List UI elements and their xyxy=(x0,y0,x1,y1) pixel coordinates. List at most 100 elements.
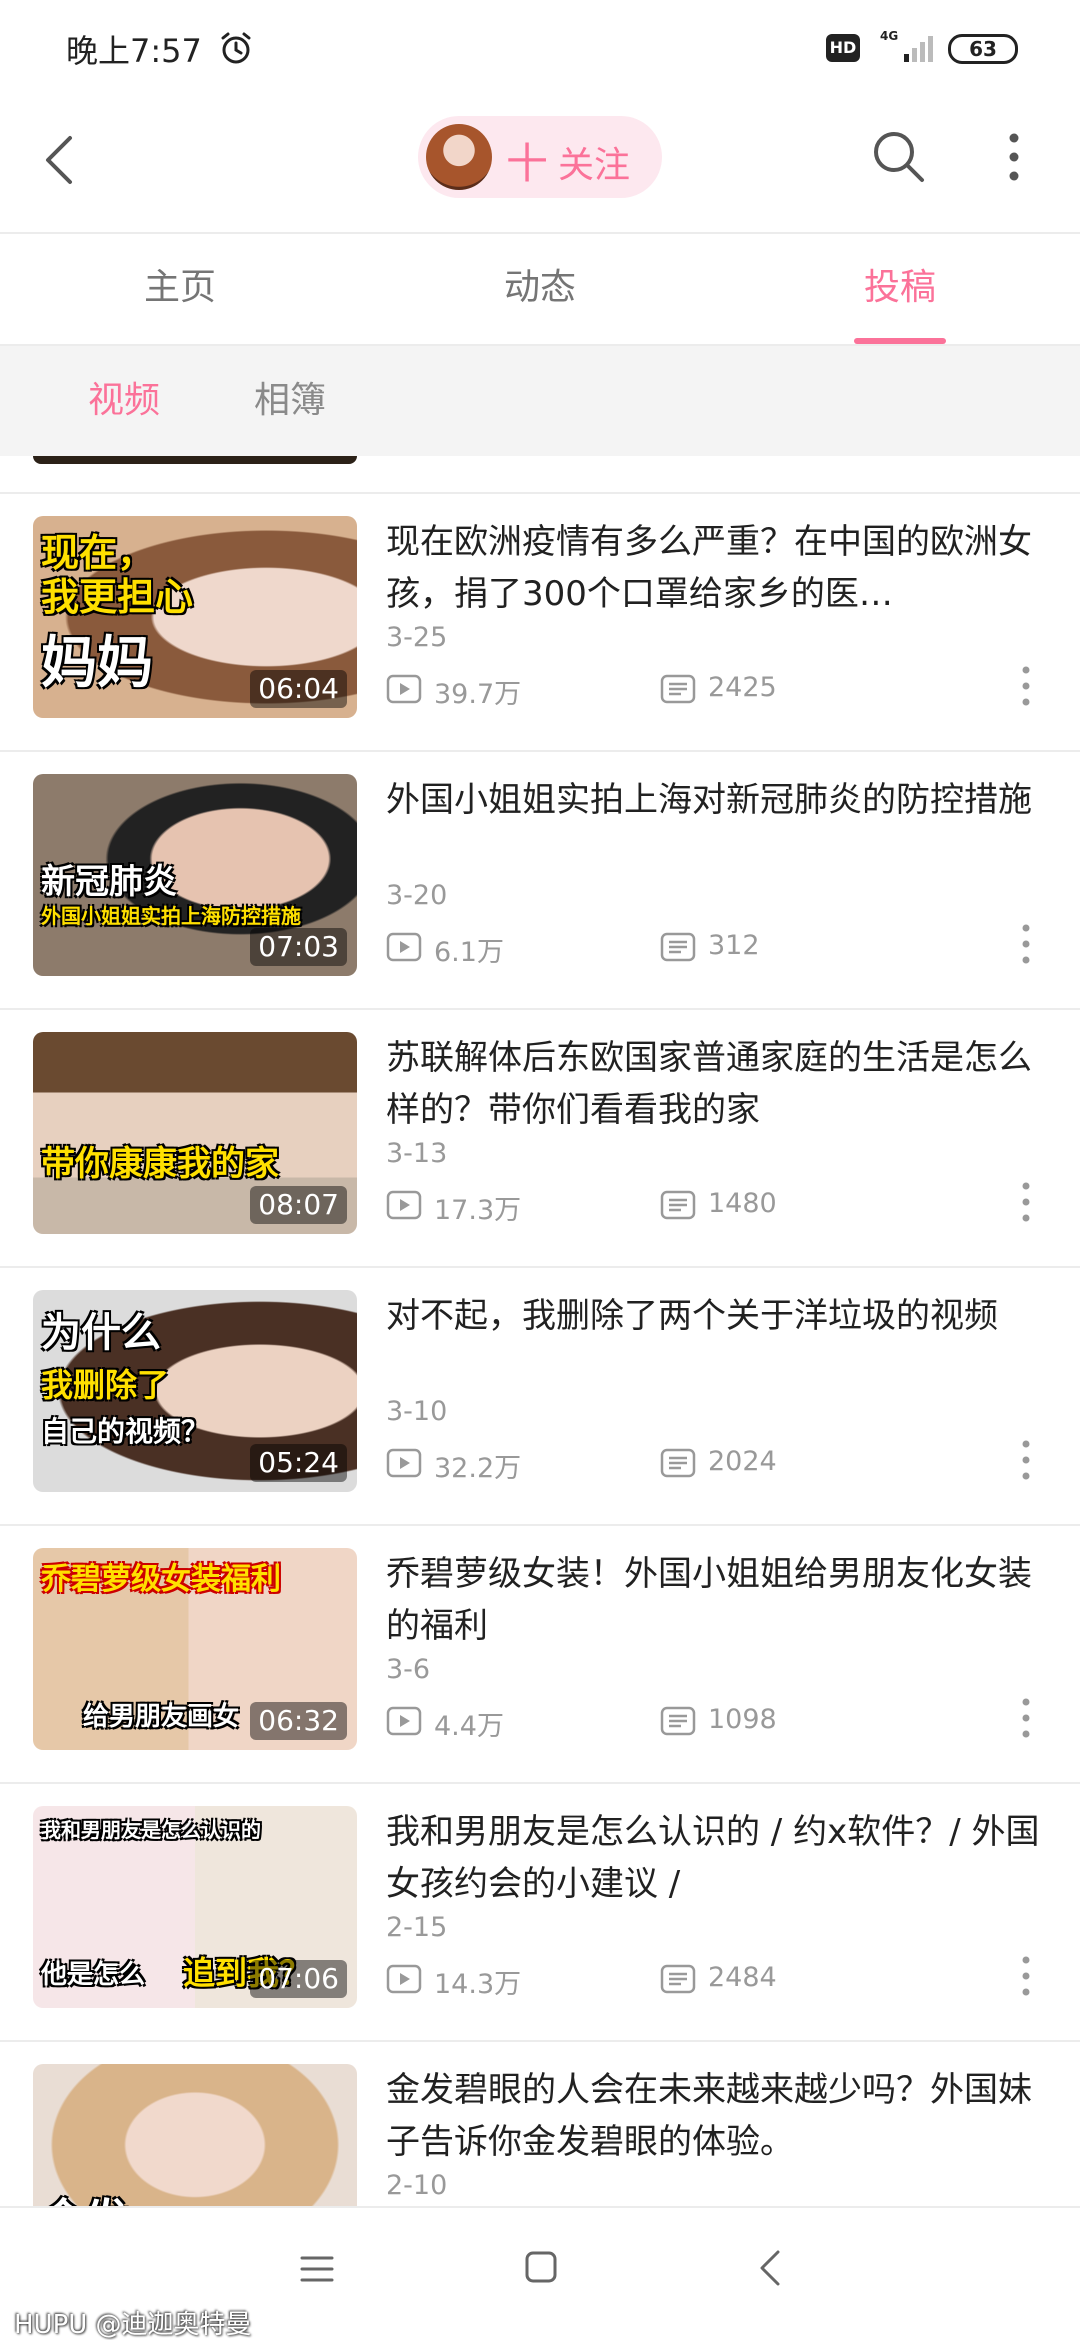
video-row[interactable]: 带你康康我的家 08:07 苏联解体后东欧国家普通家庭的生活是怎么样的？带你们看… xyxy=(0,1010,1080,1268)
view-count: 14.3万 xyxy=(434,1969,522,2000)
status-bar: 晚上7:57 HD 4G 63 xyxy=(0,0,1080,100)
danmaku-count-icon xyxy=(660,1190,696,1220)
status-time: 晚上7:57 xyxy=(66,32,202,70)
more-options-icon[interactable] xyxy=(1004,130,1024,184)
play-count-icon xyxy=(386,674,422,704)
recent-apps-icon[interactable] xyxy=(300,2254,334,2284)
video-title[interactable]: 外国小姐姐实拍上海对新冠肺炎的防控措施 xyxy=(386,774,1046,826)
play-count-icon xyxy=(386,1706,422,1736)
video-date: 2-10 xyxy=(386,2170,448,2201)
search-icon[interactable] xyxy=(868,126,928,186)
tab-home[interactable]: 主页 xyxy=(80,234,280,346)
view-count: 4.4万 xyxy=(434,1711,504,1742)
danmaku-count-icon xyxy=(660,1448,696,1478)
network-type-label: 4G xyxy=(880,29,898,43)
video-row[interactable]: 我和男朋友是怎么认识的 他是怎么 追到我？ 07:06 我和男朋友是怎么认识的 … xyxy=(0,1784,1080,2042)
thumbnail-caption: 新冠肺炎 xyxy=(41,862,177,902)
thumbnail-caption: 外国小姐姐实拍上海防控措施 xyxy=(41,904,301,928)
battery-icon: 63 xyxy=(948,34,1018,64)
item-more-icon[interactable] xyxy=(1020,1180,1032,1224)
thumbnail-caption: 给男朋友画女 xyxy=(83,1702,240,1732)
thumbnail-caption: 妈妈 xyxy=(41,631,153,696)
uploader-avatar[interactable] xyxy=(426,124,492,190)
follow-button[interactable]: 十 关注 xyxy=(418,116,662,198)
video-duration: 07:03 xyxy=(250,928,347,966)
top-nav-bar: 十 关注 xyxy=(0,100,1080,234)
list-item-partial[interactable] xyxy=(0,456,1080,494)
upload-subtabs: 视频 相簿 xyxy=(0,346,1080,456)
video-thumbnail[interactable]: 金发 xyxy=(33,2064,357,2206)
video-date: 2-15 xyxy=(386,1912,448,1943)
home-icon[interactable] xyxy=(524,2250,558,2284)
video-title[interactable]: 苏联解体后东欧国家普通家庭的生活是怎么样的？带你们看看我的家 xyxy=(386,1032,1046,1136)
profile-tabs: 主页 动态 投稿 xyxy=(0,234,1080,346)
video-row[interactable]: 乔碧萝级女装福利 给男朋友画女 06:32 乔碧萝级女装！外国小姐姐给男朋友化女… xyxy=(0,1526,1080,1784)
view-count: 39.7万 xyxy=(434,679,522,710)
danmaku-count: 1098 xyxy=(708,1704,777,1735)
system-navigation-bar: HUPU @迪迦奥特曼 xyxy=(0,2206,1080,2340)
danmaku-count-icon xyxy=(660,1706,696,1736)
video-thumbnail[interactable]: 带你康康我的家 08:07 xyxy=(33,1032,357,1234)
danmaku-count-icon xyxy=(660,932,696,962)
tab-uploads[interactable]: 投稿 xyxy=(800,234,1000,346)
tab-dynamics[interactable]: 动态 xyxy=(440,234,640,346)
video-duration: 06:32 xyxy=(250,1702,347,1740)
video-date: 3-20 xyxy=(386,880,448,911)
thumbnail-caption: 自己的视频？ xyxy=(41,1415,210,1448)
subtab-videos[interactable]: 视频 xyxy=(88,346,160,456)
danmaku-count-icon xyxy=(660,674,696,704)
thumbnail-caption: 为什么 xyxy=(41,1310,161,1356)
danmaku-count: 312 xyxy=(708,930,760,961)
video-row[interactable]: 为什么 我删除了 自己的视频？ 05:24 对不起，我删除了两个关于洋垃圾的视频… xyxy=(0,1268,1080,1526)
video-duration: 05:24 xyxy=(250,1444,347,1482)
video-row[interactable]: 现在， 我更担心 妈妈 06:04 现在欧洲疫情有多么严重？在中国的欧洲女孩，捐… xyxy=(0,494,1080,752)
item-more-icon[interactable] xyxy=(1020,922,1032,966)
back-arrow-icon[interactable] xyxy=(40,130,80,190)
thumbnail-caption: 带你康康我的家 xyxy=(41,1144,279,1184)
system-back-icon[interactable] xyxy=(758,2248,782,2288)
play-count-icon xyxy=(386,1190,422,1220)
active-tab-indicator xyxy=(854,338,946,344)
video-date: 3-25 xyxy=(386,622,448,653)
video-thumbnail[interactable]: 乔碧萝级女装福利 给男朋友画女 06:32 xyxy=(33,1548,357,1750)
item-more-icon[interactable] xyxy=(1020,1438,1032,1482)
video-list: 现在， 我更担心 妈妈 06:04 现在欧洲疫情有多么严重？在中国的欧洲女孩，捐… xyxy=(0,456,1080,2206)
video-title[interactable]: 我和男朋友是怎么认识的 / 约x软件？/ 外国女孩约会的小建议 / xyxy=(386,1806,1046,1910)
item-more-icon[interactable] xyxy=(1020,664,1032,708)
video-thumbnail[interactable]: 我和男朋友是怎么认识的 他是怎么 追到我？ 07:06 xyxy=(33,1806,357,2008)
follow-label: 关注 xyxy=(558,145,631,186)
video-title[interactable]: 现在欧洲疫情有多么严重？在中国的欧洲女孩，捐了300个口罩给家乡的医… xyxy=(386,516,1046,620)
video-thumbnail[interactable]: 新冠肺炎 外国小姐姐实拍上海防控措施 07:03 xyxy=(33,774,357,976)
thumbnail-caption: 我和男朋友是怎么认识的 xyxy=(41,1818,261,1842)
danmaku-count: 2024 xyxy=(708,1446,777,1477)
danmaku-count: 2484 xyxy=(708,1962,777,1993)
thumbnail-caption: 乔碧萝级女装福利 xyxy=(41,1562,281,1597)
danmaku-count: 1480 xyxy=(708,1188,777,1219)
subtab-albums[interactable]: 相簿 xyxy=(254,346,326,456)
video-title[interactable]: 对不起，我删除了两个关于洋垃圾的视频 xyxy=(386,1290,1046,1342)
view-count: 17.3万 xyxy=(434,1195,522,1226)
video-duration: 07:06 xyxy=(250,1960,347,1998)
video-date: 3-13 xyxy=(386,1138,448,1169)
video-date: 3-6 xyxy=(386,1654,431,1685)
danmaku-count-icon xyxy=(660,1964,696,1994)
video-title[interactable]: 金发碧眼的人会在未来越来越少吗？外国妹子告诉你金发碧眼的体验。 xyxy=(386,2064,1046,2168)
watermark: HUPU @迪迦奥特曼 xyxy=(14,2310,252,2340)
video-thumbnail[interactable] xyxy=(33,456,357,464)
video-duration: 06:04 xyxy=(250,670,347,708)
video-thumbnail[interactable]: 现在， 我更担心 妈妈 06:04 xyxy=(33,516,357,718)
video-row[interactable]: 金发 金发碧眼的人会在未来越来越少吗？外国妹子告诉你金发碧眼的体验。 2-10 xyxy=(0,2042,1080,2206)
video-title[interactable]: 乔碧萝级女装！外国小姐姐给男朋友化女装的福利 xyxy=(386,1548,1046,1652)
item-more-icon[interactable] xyxy=(1020,1696,1032,1740)
signal-strength-icon: 4G xyxy=(880,29,933,62)
thumbnail-caption: 他是怎么 xyxy=(41,1960,146,1990)
hd-badge-icon: HD xyxy=(826,34,860,62)
play-count-icon xyxy=(386,1448,422,1478)
item-more-icon[interactable] xyxy=(1020,1954,1032,1998)
video-thumbnail[interactable]: 为什么 我删除了 自己的视频？ 05:24 xyxy=(33,1290,357,1492)
video-duration: 08:07 xyxy=(250,1186,347,1224)
thumbnail-caption: 我更担心 xyxy=(41,575,194,619)
video-row[interactable]: 新冠肺炎 外国小姐姐实拍上海防控措施 07:03 外国小姐姐实拍上海对新冠肺炎的… xyxy=(0,752,1080,1010)
follow-plus-icon: 十 xyxy=(506,139,549,188)
danmaku-count: 2425 xyxy=(708,672,777,703)
